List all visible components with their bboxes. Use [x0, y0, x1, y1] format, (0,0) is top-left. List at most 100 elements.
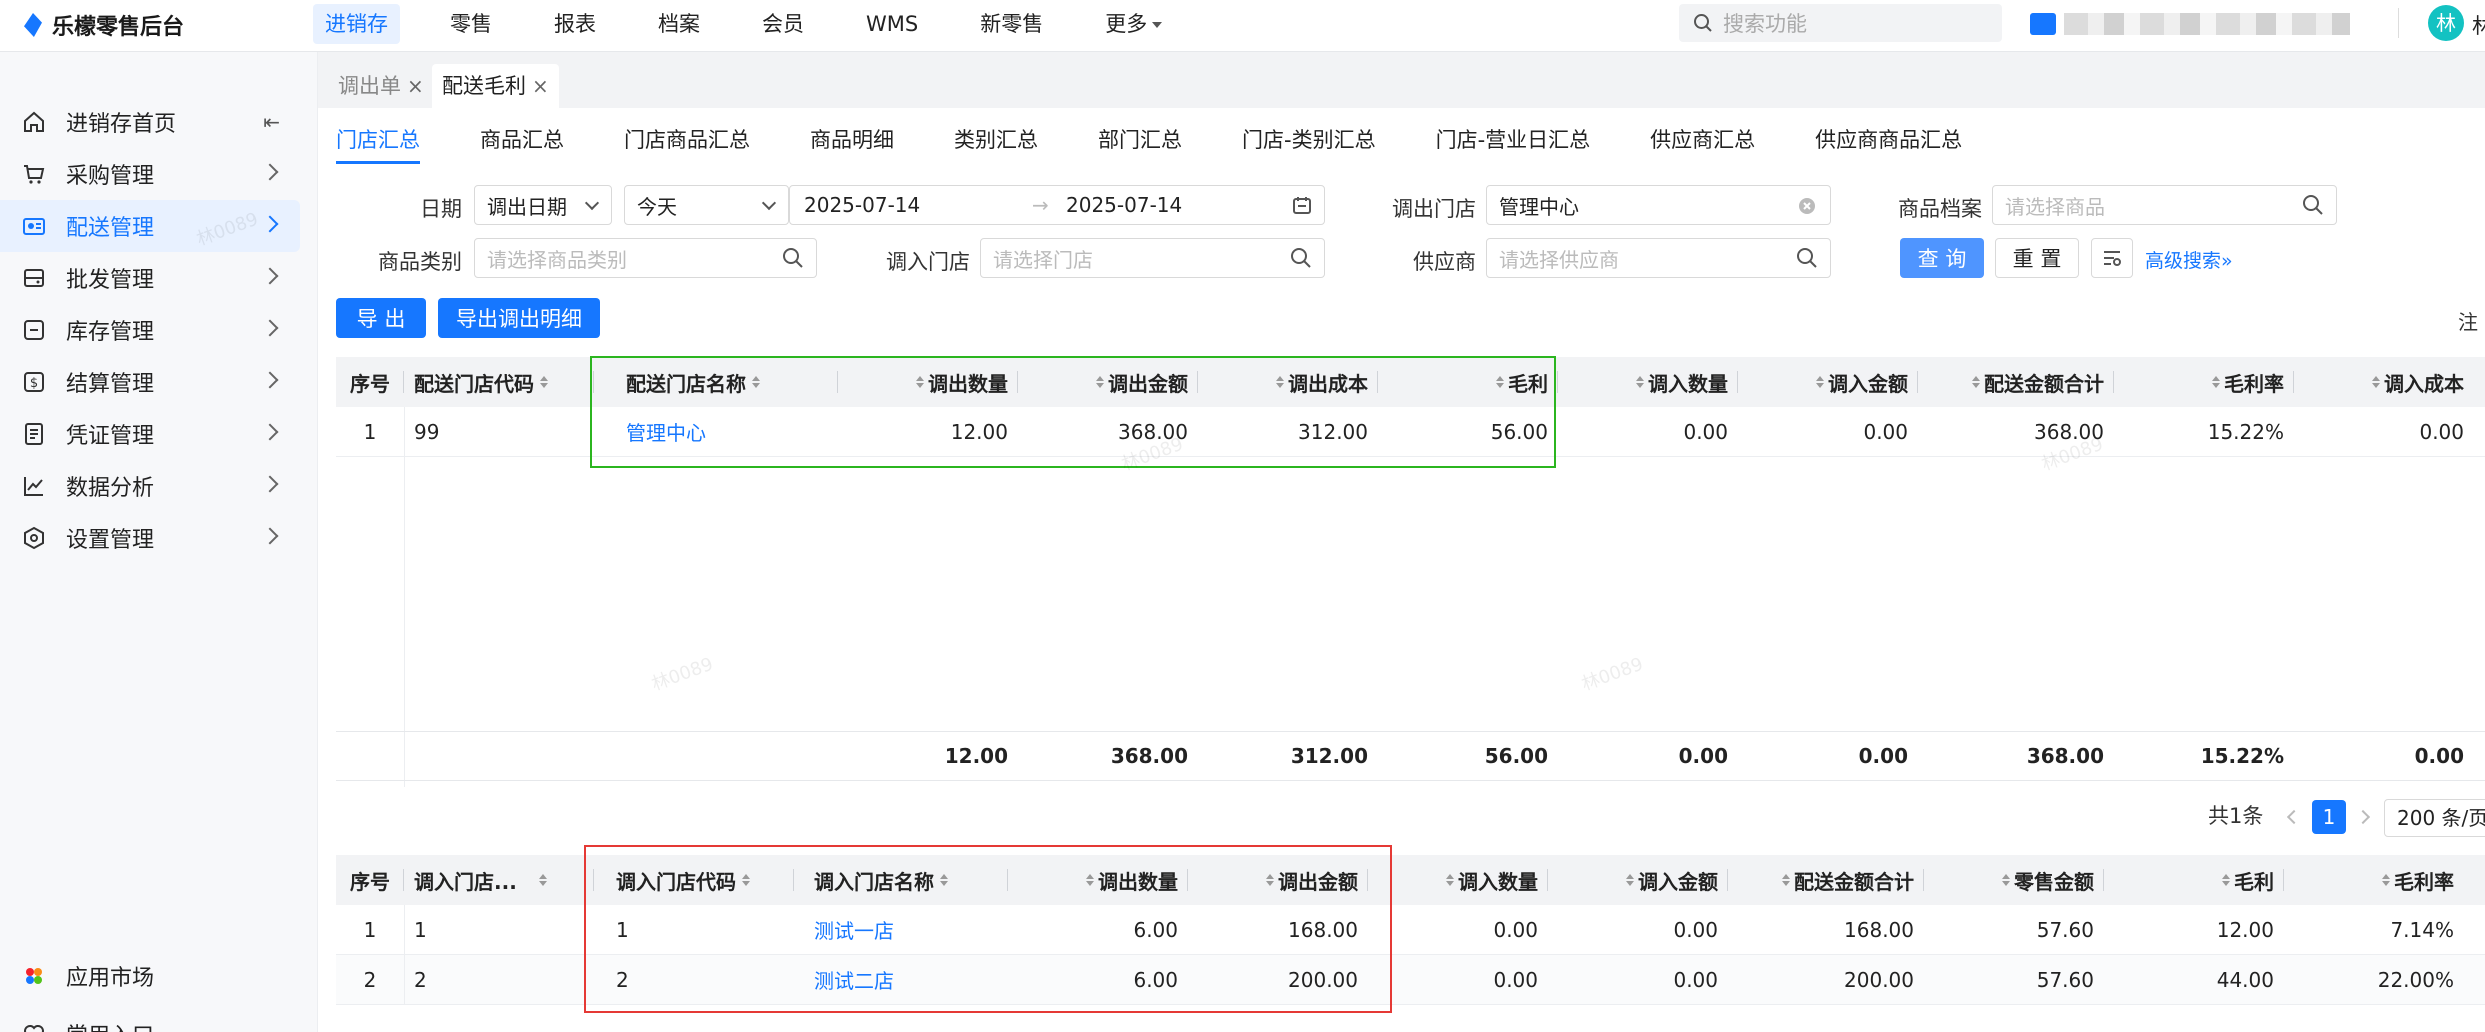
page-number-button[interactable]: 1: [2312, 800, 2346, 834]
tab-category-summary[interactable]: 类别汇总: [954, 124, 1038, 164]
prev-page-icon[interactable]: [2286, 809, 2302, 825]
col-header-in-amount[interactable]: 调入金额: [1738, 357, 1918, 407]
date-range-select[interactable]: 今天: [624, 185, 789, 225]
close-icon[interactable]: ×: [407, 74, 424, 98]
topnav-item-inventory[interactable]: 进销存: [313, 4, 400, 44]
search-icon: [2303, 195, 2323, 215]
sidebar-item-label: 设置管理: [66, 528, 155, 553]
sum-gross-profit: 56.00: [1484, 744, 1548, 768]
double-chevron-down-icon: »: [2221, 250, 2233, 272]
voucher-icon: [22, 422, 46, 446]
tab-supplier-product-summary[interactable]: 供应商商品汇总: [1815, 124, 1962, 164]
chevron-right-icon: [261, 371, 279, 389]
in-store-select[interactable]: 请选择门店: [980, 238, 1325, 278]
product-select[interactable]: 请选择商品: [1992, 185, 2337, 225]
sidebar-item-stock[interactable]: 库存管理: [0, 304, 300, 356]
close-icon[interactable]: ×: [532, 74, 549, 98]
collapse-sidebar-icon[interactable]: ⇤: [263, 110, 280, 134]
cell-in-qty: 0.00: [1493, 917, 1538, 942]
cell-index: 1: [363, 419, 377, 444]
store-switcher[interactable]: [2030, 8, 2350, 40]
col-header-delivery-total[interactable]: 配送金额合计: [1918, 357, 2114, 407]
col-header-in-amount[interactable]: 调入金额: [1548, 855, 1728, 905]
col-header-delivery-total[interactable]: 配送金额合计: [1728, 855, 1924, 905]
user-name[interactable]: 林: [2472, 10, 2485, 40]
sidebar-item-voucher[interactable]: 凭证管理: [0, 408, 300, 460]
sidebar-item-shortcuts[interactable]: 常用入口: [0, 1008, 300, 1032]
tab-store-summary[interactable]: 门店汇总: [336, 124, 420, 164]
sidebar-item-delivery[interactable]: 配送管理: [0, 200, 300, 252]
col-header-margin-rate[interactable]: 毛利率: [2114, 357, 2294, 407]
sidebar-item-label: 数据分析: [66, 476, 155, 501]
cell-index: 2: [363, 967, 377, 992]
filter-settings-button[interactable]: [2091, 238, 2133, 278]
sidebar-item-label: 采购管理: [66, 164, 155, 189]
supplier-select[interactable]: 请选择供应商: [1486, 238, 1831, 278]
app-logo[interactable]: 乐檬零售后台: [22, 9, 184, 41]
col-header-label: 配送金额合计: [1984, 371, 2104, 396]
next-page-icon[interactable]: [2355, 809, 2371, 825]
tab-store-product-summary[interactable]: 门店商品汇总: [624, 124, 750, 164]
topnav-item-retail[interactable]: 零售: [438, 4, 504, 44]
chevron-right-icon: [261, 163, 279, 181]
sidebar-item-purchase[interactable]: 采购管理: [0, 148, 300, 200]
sidebar-item-settlement[interactable]: $ 结算管理: [0, 356, 300, 408]
clear-icon[interactable]: [1798, 197, 1816, 215]
topnav-item-new-retail[interactable]: 新零售: [968, 4, 1055, 44]
col-header-store-code[interactable]: 配送门店代码: [404, 357, 594, 407]
export-button[interactable]: 导 出: [336, 298, 426, 338]
page-tab-delivery-profit[interactable]: 配送毛利 ×: [432, 64, 559, 108]
reset-button[interactable]: 重 置: [1995, 238, 2079, 278]
col-header-margin-rate[interactable]: 毛利率: [2284, 855, 2464, 905]
col-header-in-cost[interactable]: 调入成本: [2294, 357, 2474, 407]
date-type-select[interactable]: 调出日期: [474, 185, 612, 225]
date-start[interactable]: 2025-07-14: [804, 193, 920, 217]
topnav-item-more[interactable]: 更多: [1093, 4, 1174, 44]
sidebar-item-settings[interactable]: 设置管理: [0, 512, 300, 564]
date-range-picker[interactable]: 2025-07-14 → 2025-07-14: [789, 185, 1325, 225]
col-header-gross-profit[interactable]: 毛利: [2104, 855, 2284, 905]
col-header-retail-amount[interactable]: 零售金额: [1924, 855, 2104, 905]
function-search-input[interactable]: 搜索功能: [1679, 4, 2002, 42]
col-header-label: 调入门店...: [414, 869, 517, 894]
tab-product-detail[interactable]: 商品明细: [810, 124, 894, 164]
top-nav: 进销存 零售 报表 档案 会员 WMS 新零售 更多: [313, 4, 1212, 44]
col-header-label: 毛利率: [2394, 869, 2454, 894]
topnav-item-wms[interactable]: WMS: [854, 4, 930, 44]
topnav-item-archives[interactable]: 档案: [646, 4, 712, 44]
app-market-icon: [22, 964, 46, 988]
sum-in-qty: 0.00: [1678, 744, 1728, 768]
date-end[interactable]: 2025-07-14: [1066, 193, 1182, 217]
tab-store-business-day-summary[interactable]: 门店-营业日汇总: [1436, 124, 1591, 164]
col-header-in-qty[interactable]: 调入数量: [1368, 855, 1548, 905]
tab-department-summary[interactable]: 部门汇总: [1098, 124, 1182, 164]
supplier-placeholder: 请选择供应商: [1499, 247, 1619, 272]
search-icon: [1694, 14, 1712, 32]
avatar[interactable]: 林: [2428, 5, 2464, 41]
col-header-in-store-truncated[interactable]: 调入门店...: [404, 855, 594, 905]
out-store-select[interactable]: 管理中心: [1486, 185, 1831, 225]
topnav-item-reports[interactable]: 报表: [542, 4, 608, 44]
sidebar-item-label: 库存管理: [66, 320, 155, 345]
export-detail-button[interactable]: 导出调出明细: [438, 298, 600, 338]
out-store-label: 调出门店: [1392, 197, 1476, 221]
tab-supplier-summary[interactable]: 供应商汇总: [1650, 124, 1755, 164]
sidebar-item-app-market[interactable]: 应用市场: [0, 950, 300, 1002]
advanced-search-link[interactable]: 高级搜索»: [2145, 246, 2233, 273]
tab-store-category-summary[interactable]: 门店-类别汇总: [1242, 124, 1376, 164]
sidebar-item-analytics[interactable]: 数据分析: [0, 460, 300, 512]
topnav-item-members[interactable]: 会员: [750, 4, 816, 44]
sort-icon: [1782, 874, 1790, 886]
col-header-in-qty[interactable]: 调入数量: [1558, 357, 1738, 407]
sidebar-item-inventory-home[interactable]: 进销存首页 ⇤: [0, 96, 300, 148]
note-label: 注: [2458, 310, 2478, 334]
filter-list-icon: [2104, 251, 2121, 266]
summary-row: 12.00 368.00 312.00 56.00 0.00 0.00 368.…: [336, 731, 2485, 781]
query-button[interactable]: 查 询: [1900, 238, 1984, 278]
category-select[interactable]: 请选择商品类别: [474, 238, 817, 278]
page-tab-transfer-out[interactable]: 调出单 ×: [328, 64, 434, 108]
page-size-select[interactable]: 200 条/页: [2384, 799, 2485, 837]
sidebar-item-wholesale[interactable]: 批发管理: [0, 252, 300, 304]
tab-product-summary[interactable]: 商品汇总: [480, 124, 564, 164]
cell-in-qty: 0.00: [1493, 967, 1538, 992]
